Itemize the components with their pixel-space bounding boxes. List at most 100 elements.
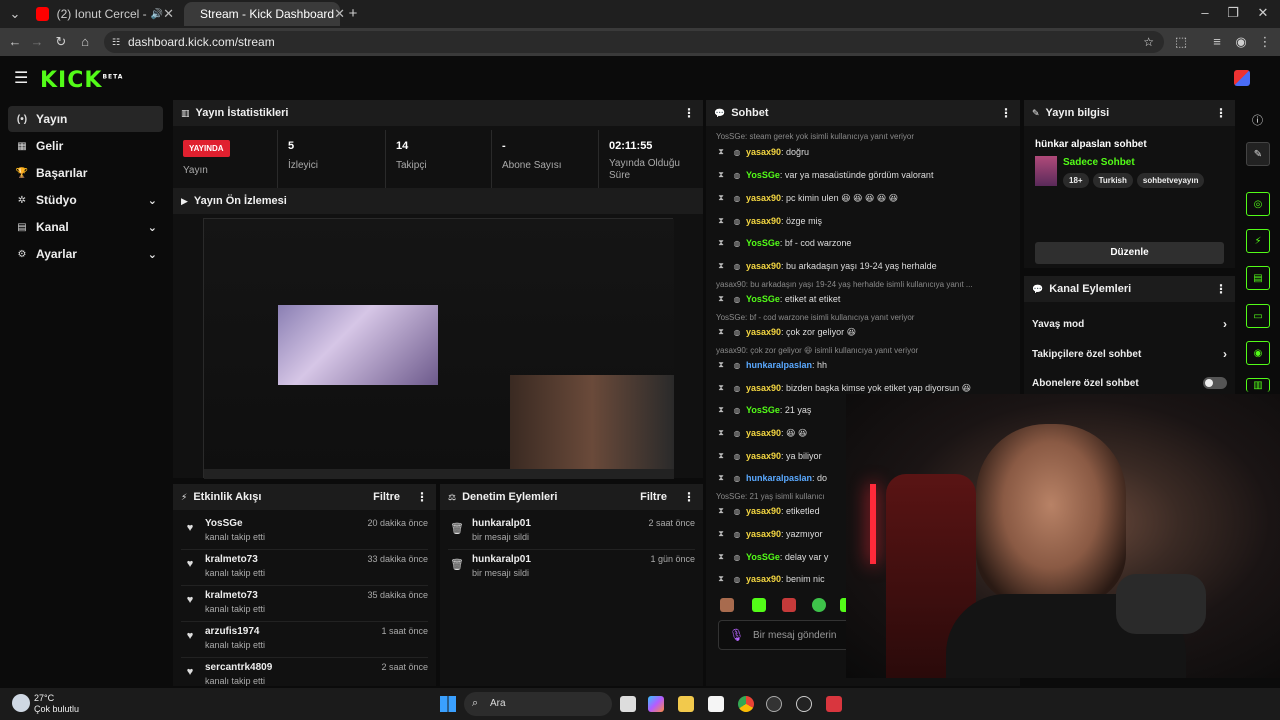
chat-user[interactable]: YosSGe [746, 405, 780, 415]
hamburger-icon[interactable]: ☰ [14, 68, 28, 88]
chat-user[interactable]: YosSGe [746, 238, 780, 248]
chat-user[interactable]: yasax90 [746, 216, 781, 226]
timeout-icon[interactable]: ⧗ [714, 147, 728, 157]
emote-icon[interactable] [720, 598, 734, 612]
chat-icon[interactable]: ▭ [1246, 304, 1270, 328]
timeout-icon[interactable]: ⧗ [714, 294, 728, 304]
edit-button[interactable]: Düzenle [1035, 242, 1224, 264]
timeout-icon[interactable]: ⧗ [714, 327, 728, 337]
chrome-icon[interactable] [738, 696, 754, 712]
edit-mode-icon[interactable]: ✎ [1246, 142, 1270, 166]
timeout-icon[interactable]: ⧗ [714, 238, 728, 248]
file-explorer-icon[interactable] [678, 696, 694, 712]
chat-user[interactable]: YosSGe [746, 552, 780, 562]
timeout-icon[interactable]: ⧗ [714, 574, 728, 584]
activity-user[interactable]: sercantrk4809 [205, 662, 272, 673]
timeout-icon[interactable]: ⧗ [714, 360, 728, 370]
start-icon[interactable] [440, 696, 456, 712]
chat-message[interactable]: ⧗ ◍ YosSGe: var ya masaüstünde gördüm valo… [714, 167, 1016, 183]
timeout-icon[interactable]: ⧗ [714, 428, 728, 438]
subscribers-only-toggle[interactable] [1203, 377, 1227, 389]
red-app-icon[interactable] [826, 696, 842, 712]
reload-icon[interactable]: ↻ [52, 34, 70, 50]
timeout-icon[interactable]: ⧗ [714, 552, 728, 562]
chat-user[interactable]: YosSGe [746, 294, 780, 304]
weather-icon[interactable] [12, 694, 30, 712]
taskbar-search[interactable]: ⌕ Ara [464, 692, 612, 716]
info-icon[interactable]: ⓘ [1252, 112, 1263, 128]
sidebar-item-studyo[interactable]: ✲ Stüdyo ⌄ [8, 187, 163, 213]
minimize-icon[interactable]: – [1196, 5, 1214, 20]
chat-message[interactable]: ⧗ ◍ hunkaralpaslan: hh [714, 357, 1016, 373]
extensions-icon[interactable]: ⬚ [1172, 34, 1190, 50]
chat-message[interactable]: ⧗ ◍ yasax90: doğru [714, 144, 1016, 160]
task-view-icon[interactable] [620, 696, 636, 712]
filter-button[interactable]: Filtre [373, 491, 400, 503]
tab-youtube[interactable]: (2) Ionut Cercel - Made in R 🔊 ✕ [28, 2, 182, 26]
weather-temp[interactable]: 27°C [34, 693, 54, 703]
sidebar-item-gelir[interactable]: ▦ Gelir [8, 133, 163, 159]
activity-user[interactable]: kralmeto73 [205, 590, 258, 601]
chat-user[interactable]: yasax90 [746, 327, 781, 337]
emote-icon[interactable] [782, 598, 796, 612]
kick-logo[interactable]: KICKBETA [40, 68, 123, 93]
more-icon[interactable]: ⋮ [1215, 106, 1227, 120]
timeout-icon[interactable]: ⧗ [714, 473, 728, 483]
notepad-icon[interactable] [708, 696, 724, 712]
timeout-icon[interactable]: ⧗ [714, 216, 728, 226]
chat-user[interactable]: hunkaralpaslan [746, 473, 812, 483]
profile-icon[interactable]: ◉ [1232, 34, 1250, 50]
forward-icon[interactable]: → [28, 34, 46, 49]
activity-user[interactable]: arzufis1974 [205, 626, 259, 637]
chat-user[interactable]: yasax90 [746, 574, 781, 584]
timeout-icon[interactable]: ⧗ [714, 261, 728, 271]
tab-search-icon[interactable]: ⌄ [6, 6, 24, 22]
broadcast-icon[interactable]: ◉ [1246, 341, 1270, 365]
close-icon[interactable]: ✕ [163, 6, 174, 22]
emote-icon[interactable] [752, 598, 766, 612]
lightning-icon[interactable]: ⚡ [1246, 229, 1270, 253]
chat-user[interactable]: yasax90 [746, 383, 781, 393]
chat-user[interactable]: yasax90 [746, 261, 781, 271]
user-avatar[interactable] [1234, 70, 1250, 86]
app-icon[interactable] [766, 696, 782, 712]
activity-user[interactable]: YosSGe [205, 518, 243, 529]
sidebar-item-kanal[interactable]: ▤ Kanal ⌄ [8, 214, 163, 240]
obs-icon[interactable] [796, 696, 812, 712]
camera-icon[interactable]: ◎ [1246, 192, 1270, 216]
chat-message[interactable]: ⧗ ◍ yasax90: bu arkadaşın yaşı 19-24 yaş h… [714, 258, 1016, 274]
bookmark-star-icon[interactable]: ☆ [1143, 35, 1154, 49]
chat-user[interactable]: yasax90 [746, 529, 781, 539]
copilot-icon[interactable] [648, 696, 664, 712]
category-name[interactable]: Sadece Sohbet [1063, 157, 1135, 168]
media-control-icon[interactable]: ≡ [1208, 34, 1226, 49]
sidebar-item-yayin[interactable]: (•) Yayın [8, 106, 163, 132]
filter-button[interactable]: Filtre [640, 491, 667, 503]
home-icon[interactable]: ⌂ [76, 34, 94, 49]
chat-user[interactable]: yasax90 [746, 147, 781, 157]
more-icon[interactable]: ⋮ [683, 490, 695, 504]
tab-kick-dashboard[interactable]: Stream - Kick Dashboard ✕ [184, 2, 345, 26]
slow-mode-row[interactable]: Yavaş mod › [1032, 314, 1227, 334]
timeout-icon[interactable]: ⧗ [714, 405, 728, 415]
more-icon[interactable]: ⋮ [416, 490, 428, 504]
more-icon[interactable]: ⋮ [1215, 282, 1227, 296]
more-icon[interactable]: ⋮ [1000, 106, 1012, 120]
maximize-icon[interactable]: ❐ [1224, 5, 1242, 21]
timeout-icon[interactable]: ⧗ [714, 170, 728, 180]
timeout-icon[interactable]: ⧗ [714, 383, 728, 393]
timeout-icon[interactable]: ⧗ [714, 529, 728, 539]
followers-only-row[interactable]: Takipçilere özel sohbet › [1032, 344, 1227, 364]
tag[interactable]: 18+ [1063, 173, 1089, 188]
address-bar[interactable]: ☷ dashboard.kick.com/stream ☆ [104, 31, 1164, 53]
activity-user[interactable]: kralmeto73 [205, 554, 258, 565]
tag[interactable]: Turkish [1092, 173, 1133, 188]
moderator-user[interactable]: hunkaralp01 [472, 554, 531, 565]
sidebar-item-basarilar[interactable]: 🏆 Başarılar [8, 160, 163, 186]
back-icon[interactable]: ← [6, 34, 24, 49]
chat-message[interactable]: ⧗ ◍ yasax90: özge miş [714, 213, 1016, 229]
window-close-icon[interactable]: ✕ [1254, 5, 1272, 21]
chat-user[interactable]: yasax90 [746, 428, 781, 438]
tag[interactable]: sohbetveyayın [1136, 173, 1205, 188]
moderator-user[interactable]: hunkaralp01 [472, 518, 531, 529]
